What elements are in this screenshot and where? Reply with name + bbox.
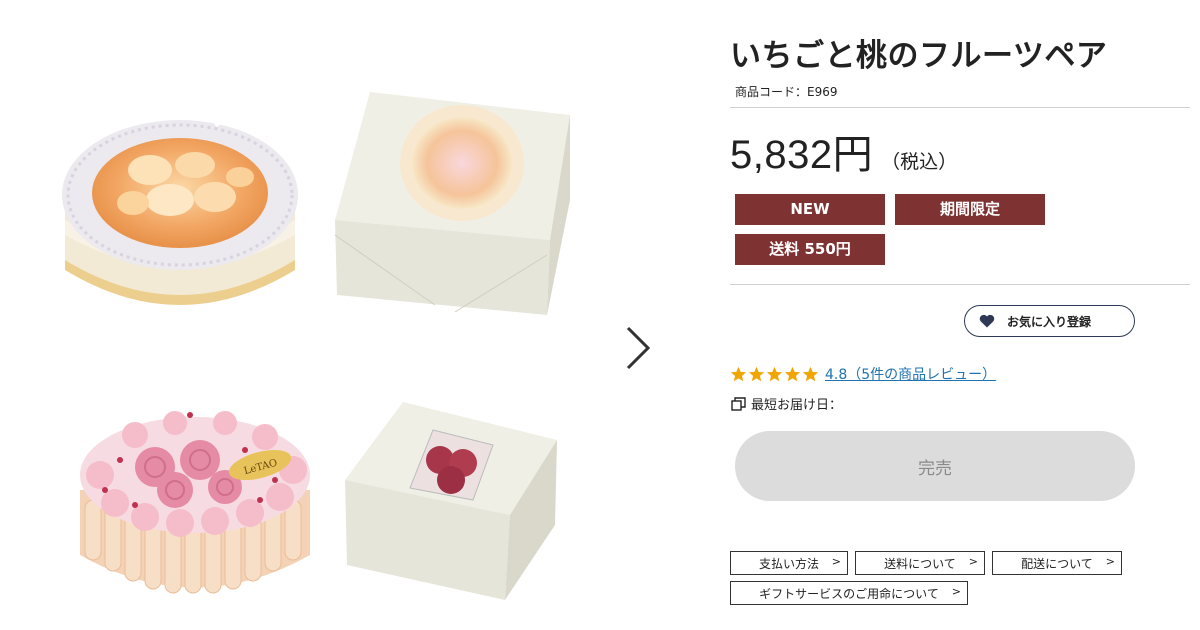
link-label: 配送について	[1021, 556, 1093, 571]
price-block: 5,832円 （税込）	[730, 122, 957, 180]
strawberry-cake-image[interactable]: LeTAO	[75, 405, 315, 605]
window-box-image[interactable]	[345, 400, 560, 605]
review-link[interactable]: 4.8（5件の商品レビュー）	[825, 364, 996, 384]
link-label: 送料について	[884, 556, 956, 571]
star-icon	[766, 366, 783, 381]
price-value: 5,832円	[730, 133, 874, 177]
rating: 4.8（5件の商品レビュー）	[730, 364, 996, 384]
badge-limited: 期間限定	[895, 194, 1045, 225]
star-icon	[784, 366, 801, 381]
star-icon	[748, 366, 765, 381]
chevron-right-icon: >	[968, 555, 978, 568]
star-icon	[730, 366, 747, 381]
divider	[730, 107, 1190, 108]
gift-service-link[interactable]: ギフトサービスのご用命について >	[730, 581, 968, 605]
price-tax-note: （税込）	[881, 151, 958, 173]
peach-cake-image[interactable]	[55, 95, 305, 325]
payment-method-link[interactable]: 支払い方法 >	[730, 551, 848, 575]
gift-box-image[interactable]	[335, 90, 575, 320]
delivery-info-link[interactable]: 配送について >	[992, 551, 1122, 575]
badge-shipping: 送料 550円	[735, 234, 885, 265]
soldout-button[interactable]: 完売	[735, 431, 1135, 501]
heart-icon	[979, 314, 995, 328]
shipping-fee-link[interactable]: 送料について >	[855, 551, 985, 575]
chevron-right-icon: >	[1105, 555, 1115, 568]
delivery-label: 最短お届け日：	[751, 398, 843, 413]
product-code: 商品コード：E969	[735, 85, 838, 99]
divider	[730, 284, 1190, 285]
badge-new: NEW	[735, 194, 885, 225]
product-gallery: LeTAO	[0, 0, 680, 630]
favorite-label: お気に入り登録	[1007, 314, 1092, 329]
link-label: ギフトサービスのご用命について	[759, 586, 939, 601]
chevron-right-icon[interactable]	[618, 322, 658, 374]
favorite-button[interactable]: お気に入り登録	[964, 305, 1135, 337]
product-title: いちごと桃のフルーツペア	[730, 38, 1108, 74]
star-icon	[802, 366, 819, 381]
chevron-right-icon: >	[831, 555, 841, 568]
copy-icon	[731, 396, 746, 411]
delivery-date: 最短お届け日：	[731, 394, 842, 413]
link-label: 支払い方法	[758, 556, 819, 571]
star-rating	[730, 366, 819, 383]
chevron-right-icon: >	[951, 585, 961, 598]
